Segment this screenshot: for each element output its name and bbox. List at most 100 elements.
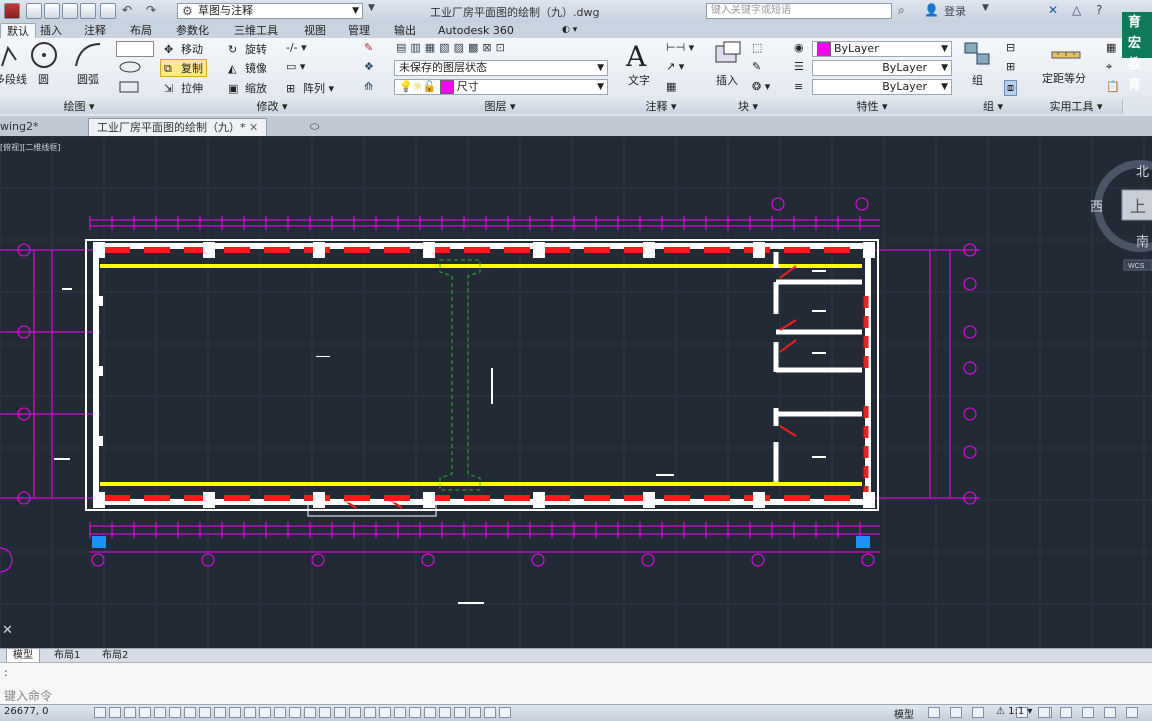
tab-parametric[interactable]: 参数化	[170, 23, 215, 38]
exchange-icon[interactable]: ✕	[1048, 3, 1058, 17]
trim-icon[interactable]: -/- ▾	[286, 41, 307, 54]
status-toggle-icon[interactable]	[424, 707, 436, 718]
status-tool-icon[interactable]	[1082, 707, 1094, 718]
a360-icon[interactable]: △	[1072, 3, 1081, 17]
model-space-button[interactable]: 模型	[894, 706, 914, 721]
status-toggle-icon[interactable]	[154, 707, 166, 718]
status-toggle-icon[interactable]	[289, 707, 301, 718]
color-picker-icon[interactable]: ◉	[794, 41, 804, 54]
status-toggle-icon[interactable]	[124, 707, 136, 718]
tab-manage[interactable]: 管理	[342, 23, 376, 38]
status-toggle-icon[interactable]	[334, 707, 346, 718]
linetype-icon[interactable]: ≡	[794, 80, 803, 93]
lineweight-icon[interactable]: ☰	[794, 60, 804, 73]
status-tool-icon[interactable]	[1104, 707, 1116, 718]
binoculars-icon[interactable]: ⌕	[898, 3, 905, 18]
measure-icon[interactable]	[1050, 40, 1082, 70]
paste-icon[interactable]: 📋	[1106, 80, 1120, 93]
status-toggle-icon[interactable]	[319, 707, 331, 718]
status-toggle-icon[interactable]	[199, 707, 211, 718]
circle-icon[interactable]	[28, 40, 60, 70]
dimension-icon[interactable]: ⊢⊣ ▾	[666, 41, 694, 54]
status-toggle-icon[interactable]	[349, 707, 361, 718]
tab-layout[interactable]: 布局	[124, 23, 158, 38]
open-file-icon[interactable]	[44, 3, 60, 19]
fillet-icon[interactable]: ▭ ▾	[286, 60, 305, 73]
status-toggle-icon[interactable]	[409, 707, 421, 718]
close-viewport-icon[interactable]: ✕	[2, 622, 13, 637]
tab-home[interactable]: 默认	[0, 23, 36, 39]
save-icon[interactable]	[62, 3, 78, 19]
workspace-selector[interactable]: ⚙ 草图与注释 ▼	[177, 3, 363, 19]
ribbon-toggle-icon[interactable]: ◐ ▾	[556, 23, 583, 38]
status-toggle-icon[interactable]	[499, 707, 511, 718]
coordinates-readout[interactable]: 26677, 0	[4, 706, 49, 717]
hatch-icon[interactable]	[116, 80, 152, 94]
status-tool-icon[interactable]	[1126, 707, 1138, 718]
tab-view[interactable]: 视图	[298, 23, 332, 38]
layers-panel-label[interactable]: 图层 ▾	[386, 99, 615, 114]
layer-tools-icons[interactable]: ▤▥▦▧▨▩⊠⊡	[396, 41, 509, 54]
status-toggle-icon[interactable]	[229, 707, 241, 718]
lineweight-select[interactable]: ByLayer ▼	[812, 60, 952, 76]
properties-panel-label[interactable]: 特性 ▾	[788, 99, 957, 114]
erase-icon[interactable]: ✎	[364, 41, 373, 54]
status-tool-icon[interactable]	[950, 707, 962, 718]
stretch-button[interactable]: ⇲ 拉伸	[164, 80, 203, 96]
group-select-icon[interactable]: ⧈	[1004, 80, 1017, 96]
offset-icon[interactable]: ⟰	[364, 80, 373, 93]
status-toggle-icon[interactable]	[259, 707, 271, 718]
table-icon[interactable]: ▦	[666, 80, 676, 93]
redo-icon[interactable]: ↷	[146, 3, 156, 17]
mirror-button[interactable]: ◭ 镜像	[228, 60, 267, 76]
quick-calc-icon[interactable]: ▦	[1106, 41, 1116, 54]
rotate-button[interactable]: ↻ 旋转	[228, 41, 267, 57]
id-point-icon[interactable]: ⌖	[1106, 60, 1112, 74]
annotation-scale[interactable]: ⚠ 1:1 ▾	[996, 706, 1032, 717]
linetype-select[interactable]: ByLayer ▼	[812, 79, 952, 95]
utilities-panel-label[interactable]: 实用工具 ▾	[1030, 99, 1123, 114]
insert-block-icon[interactable]	[712, 40, 744, 70]
print-icon[interactable]	[100, 3, 116, 19]
status-tool-icon[interactable]	[1060, 707, 1072, 718]
status-toggle-icon[interactable]	[394, 707, 406, 718]
status-toggle-icon[interactable]	[439, 707, 451, 718]
group-edit-icon[interactable]: ⊞	[1006, 60, 1015, 73]
status-tool-icon[interactable]	[1038, 707, 1050, 718]
tab-output[interactable]: 输出	[388, 23, 422, 38]
status-toggle-icon[interactable]	[94, 707, 106, 718]
status-toggle-icon[interactable]	[469, 707, 481, 718]
tab-model[interactable]: 模型	[6, 649, 40, 663]
attribute-icon[interactable]: ❂ ▾	[752, 80, 770, 93]
drawing-canvas[interactable]: [俯视][二维线框] 上 北 南 西 WCS ✕	[0, 136, 1152, 648]
layer-select[interactable]: 💡☼🔓 尺寸 ▼	[394, 79, 608, 95]
app-menu-icon[interactable]	[4, 3, 20, 19]
status-toggle-icon[interactable]	[139, 707, 151, 718]
block-panel-label[interactable]: 块 ▾	[708, 99, 789, 114]
status-toggle-icon[interactable]	[379, 707, 391, 718]
copy-button[interactable]: ⧉ 复制	[160, 59, 207, 77]
tab-annotate[interactable]: 注释	[78, 23, 112, 38]
tab-layout2[interactable]: 布局2	[96, 649, 134, 662]
status-tool-icon[interactable]	[928, 707, 940, 718]
viewcube[interactable]: 上 北 南 西 WCS	[1090, 160, 1152, 271]
layer-state-select[interactable]: 未保存的图层状态 ▼	[394, 60, 608, 76]
login-link[interactable]: 登录	[944, 3, 966, 19]
tab-layout1[interactable]: 布局1	[48, 649, 86, 662]
command-line[interactable]: : 键入命令	[0, 662, 1152, 705]
user-icon[interactable]: 👤	[924, 3, 939, 17]
status-toggle-icon[interactable]	[184, 707, 196, 718]
text-icon[interactable]: A	[626, 40, 646, 73]
polyline-icon[interactable]	[0, 40, 20, 70]
scale-button[interactable]: ▣ 缩放	[228, 80, 267, 96]
status-toggle-icon[interactable]	[244, 707, 256, 718]
status-toggle-icon[interactable]	[364, 707, 376, 718]
tab-autodesk-360[interactable]: Autodesk 360	[432, 23, 520, 38]
create-block-icon[interactable]: ⬚	[752, 41, 762, 54]
edit-block-icon[interactable]: ✎	[752, 60, 761, 73]
command-input[interactable]: 键入命令	[4, 687, 52, 704]
tab-insert[interactable]: 插入	[34, 23, 68, 38]
explode-icon[interactable]: ❖	[364, 60, 374, 73]
doc-tab-current[interactable]: 工业厂房平面图的绘制（九）* ✕	[88, 118, 268, 136]
status-toggle-icon[interactable]	[454, 707, 466, 718]
